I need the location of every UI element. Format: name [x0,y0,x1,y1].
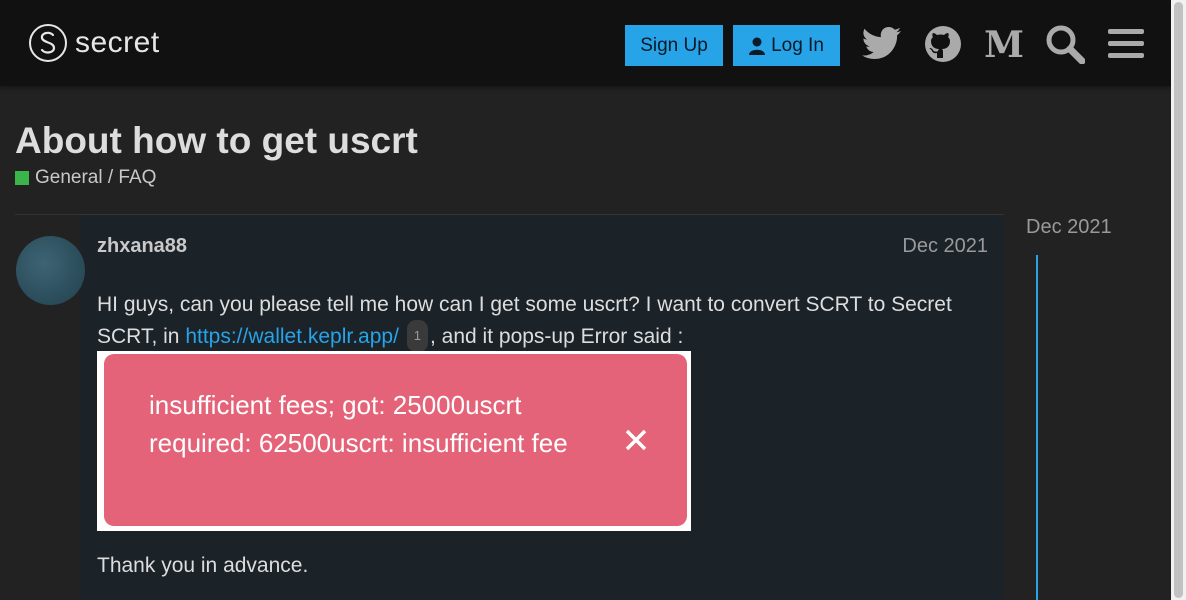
topic-title[interactable]: About how to get uscrt [15,120,418,162]
post-username[interactable]: zhxana88 [97,235,187,258]
hamburger-menu-icon[interactable] [1104,22,1148,66]
user-icon [749,37,766,55]
error-popup: insufficient fees; got: 25000uscrt requi… [104,354,687,526]
avatar[interactable] [16,236,85,305]
post-text: HI guys, can you please tell me how can … [97,290,997,352]
sign-up-button[interactable]: Sign Up [625,25,723,66]
category-badge[interactable]: General / FAQ [15,167,156,189]
keplr-link[interactable]: https://wallet.keplr.app/ [185,325,399,348]
svg-text:M: M [984,28,1024,60]
log-in-button[interactable]: Log In [733,25,840,66]
secret-logo-icon [29,24,67,62]
timeline-date[interactable]: Dec 2021 [1026,216,1112,239]
log-in-label: Log In [771,34,824,56]
error-popup-text: insufficient fees; got: 25000uscrt requi… [149,390,568,458]
post-date[interactable]: Dec 2021 [902,235,988,258]
timeline-scroller[interactable] [1036,255,1038,600]
error-screenshot-image[interactable]: insufficient fees; got: 25000uscrt requi… [97,351,691,531]
link-click-count: 1 [406,320,429,352]
scrollbar-thumb[interactable] [1174,2,1183,598]
category-color-swatch [15,171,29,185]
page-scrollbar[interactable] [1171,0,1186,600]
post-text-part-2: , and it pops-up Error said : [430,325,684,348]
twitter-icon[interactable] [860,22,904,66]
secret-logo[interactable]: secret [29,24,160,62]
post-closing-text: Thank you in advance. [97,554,309,577]
site-header: secret Sign Up Log In M [0,0,1171,86]
medium-icon[interactable]: M [982,22,1026,66]
logo-text: secret [75,26,160,59]
github-icon[interactable] [921,22,965,66]
close-icon [625,429,647,451]
category-label: General / FAQ [35,167,157,188]
search-icon[interactable] [1043,22,1087,66]
